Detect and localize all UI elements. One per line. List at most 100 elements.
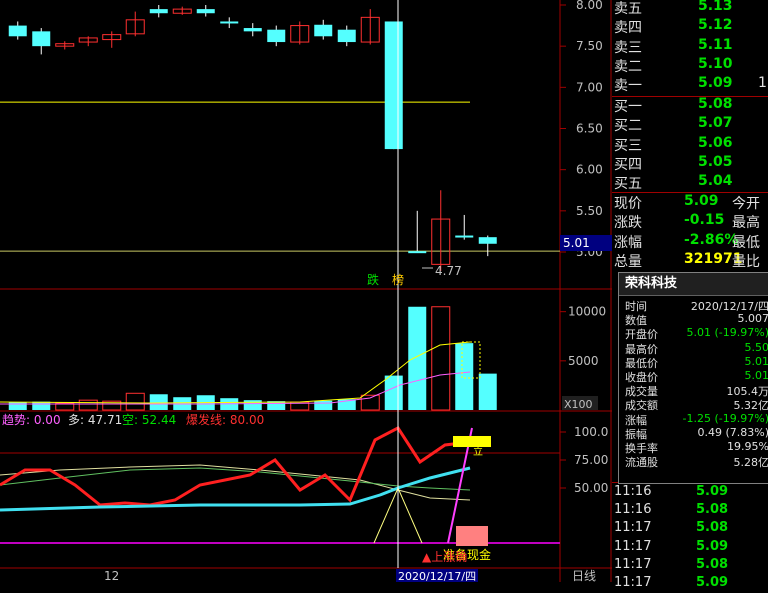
price-tick-label: 5.50 — [576, 204, 603, 218]
stat-label: 总量 — [614, 251, 642, 271]
sell-label: 卖二 — [614, 56, 642, 76]
tick-price: 5.08 — [696, 557, 728, 572]
popup-row: 流通股 5.28亿 — [619, 454, 768, 468]
tick-row: 11:175.08 — [612, 557, 768, 575]
popup-row: 成交额5.32亿 — [619, 397, 768, 411]
buy-label: 买四 — [614, 154, 642, 174]
tick-time: 11:16 — [614, 484, 651, 499]
volume-bar — [79, 400, 97, 410]
buy-label: 买三 — [614, 135, 642, 155]
popup-value: 5.28亿 — [734, 454, 768, 470]
stat-row: 现价 5.09 今开 — [612, 193, 768, 212]
popup-value: 5.01 — [745, 355, 768, 368]
volume-bar — [126, 393, 144, 410]
vol-tick-label: 5000 — [568, 354, 599, 368]
data-popup[interactable]: 荣科科技 时间2020/12/17/四数值5.007开盘价5.01 (-19.9… — [618, 272, 768, 484]
tick-price: 5.09 — [696, 539, 728, 554]
popup-row: 开盘价5.01 (-19.97%) — [619, 326, 768, 340]
tick-time: 11:17 — [614, 520, 651, 535]
stock-chart[interactable]: 8.007.507.006.506.005.505.00 100005000 1… — [0, 0, 612, 582]
buy-row: 买一5.08 — [612, 96, 768, 115]
tick-time: 11:17 — [614, 539, 651, 554]
xaxis-month: 12 — [104, 569, 119, 582]
popup-row: 涨幅-1.25 (-19.97%) — [619, 412, 768, 426]
sell-row: 卖三5.11 — [612, 37, 768, 56]
volume-bars — [0, 307, 497, 410]
buy-row: 买五 5.04 — [612, 173, 768, 192]
popup-row: 数值5.007 — [619, 312, 768, 326]
buy-label: 买五 — [614, 173, 642, 193]
ind-tick-label: 50.00 — [574, 481, 608, 495]
sell-label: 卖一 — [614, 75, 642, 95]
sell-label: 卖五 — [614, 0, 642, 18]
candle-body — [220, 21, 238, 23]
trend-label: 趋势: 0.00 — [2, 413, 61, 427]
volume-axis: 100005000 — [560, 305, 606, 368]
tick-price: 5.08 — [696, 520, 728, 535]
popup-label: 流通股 — [625, 454, 658, 470]
candle-body — [9, 26, 27, 37]
buy-row: 买四 5.05 — [612, 154, 768, 173]
price-axis: 8.007.507.006.506.005.505.00 — [560, 0, 603, 259]
panel-frames — [0, 0, 612, 582]
buy-label: 买一 — [614, 96, 642, 116]
xaxis-period: 日线 — [572, 569, 596, 582]
stat-extra: 最低 — [732, 232, 760, 252]
buy-price: 5.05 — [698, 154, 733, 170]
tick-time: 11:17 — [614, 575, 651, 590]
stat-extra: 今开 — [732, 193, 760, 213]
price-tick-label: 8.00 — [576, 0, 603, 12]
popup-row: 成交量105.4万 — [619, 383, 768, 397]
volume-bar — [32, 402, 50, 410]
buy-price: 5.06 — [698, 135, 733, 151]
candle-body — [455, 236, 473, 238]
price-tick-label: 6.50 — [576, 122, 603, 136]
candle-body — [244, 28, 262, 31]
buy-label: 买二 — [614, 115, 642, 135]
tick-row: 11:17 5.09 — [612, 575, 768, 593]
up-confirm-label: ▲上涨确 — [422, 549, 467, 564]
stat-extra: 最高 — [732, 212, 760, 232]
tick-price: 5.09 — [696, 484, 728, 499]
volume-bar — [455, 343, 473, 410]
stat-label: 现价 — [614, 193, 642, 213]
candle-body — [338, 30, 356, 42]
indicator-axis: 100.075.0050.00 — [560, 425, 608, 495]
stat-row: 涨幅-2.86%最低 — [612, 232, 768, 251]
sell-price: 5.10 — [698, 56, 733, 72]
xaxis-date: 2020/12/17/四 — [398, 570, 476, 582]
candle-body — [150, 9, 168, 13]
sell-row: 卖一5.091 — [612, 75, 768, 94]
popup-value: 5.007 — [738, 312, 768, 325]
sell-volume: 1 — [758, 75, 767, 91]
bfx-label: 爆发线: 80.00 — [186, 412, 264, 427]
signal-arrow: 立 — [473, 445, 483, 458]
popup-row: 最低价5.01 — [619, 355, 768, 369]
buy-price: 5.04 — [698, 173, 733, 189]
sell-price: 5.12 — [698, 17, 733, 33]
current-price-text: 5.01 — [563, 236, 590, 250]
marker-die: 跌 — [367, 272, 379, 287]
duo-label: 多: 47.71 — [68, 413, 122, 427]
stat-value: -0.15 — [684, 212, 724, 228]
popup-value: 5.50 — [745, 341, 768, 354]
tick-row: 11:17 5.08 — [612, 520, 768, 538]
stat-extra: 量比 — [732, 251, 760, 271]
stat-value: 5.09 — [684, 193, 719, 209]
candle-body — [408, 251, 426, 253]
popup-row: 振幅0.49 (7.83%) — [619, 426, 768, 440]
popup-row: 收盘价5.01 — [619, 369, 768, 383]
popup-title: 荣科科技 — [619, 273, 768, 296]
candle-body — [197, 9, 215, 13]
tick-price: 5.09 — [696, 575, 728, 590]
volume-bar — [479, 374, 497, 410]
cash-block — [456, 526, 488, 546]
popup-row: 最高价5.50 — [619, 341, 768, 355]
sell-price: 5.11 — [698, 37, 733, 53]
price-tick-label: 7.00 — [576, 80, 603, 94]
candlesticks — [9, 5, 497, 271]
stat-value: -2.86% — [684, 232, 738, 248]
vol-unit: X100 — [564, 398, 593, 411]
tick-row: 11:17 5.09 — [612, 539, 768, 557]
popup-row: 时间2020/12/17/四 — [619, 298, 768, 312]
